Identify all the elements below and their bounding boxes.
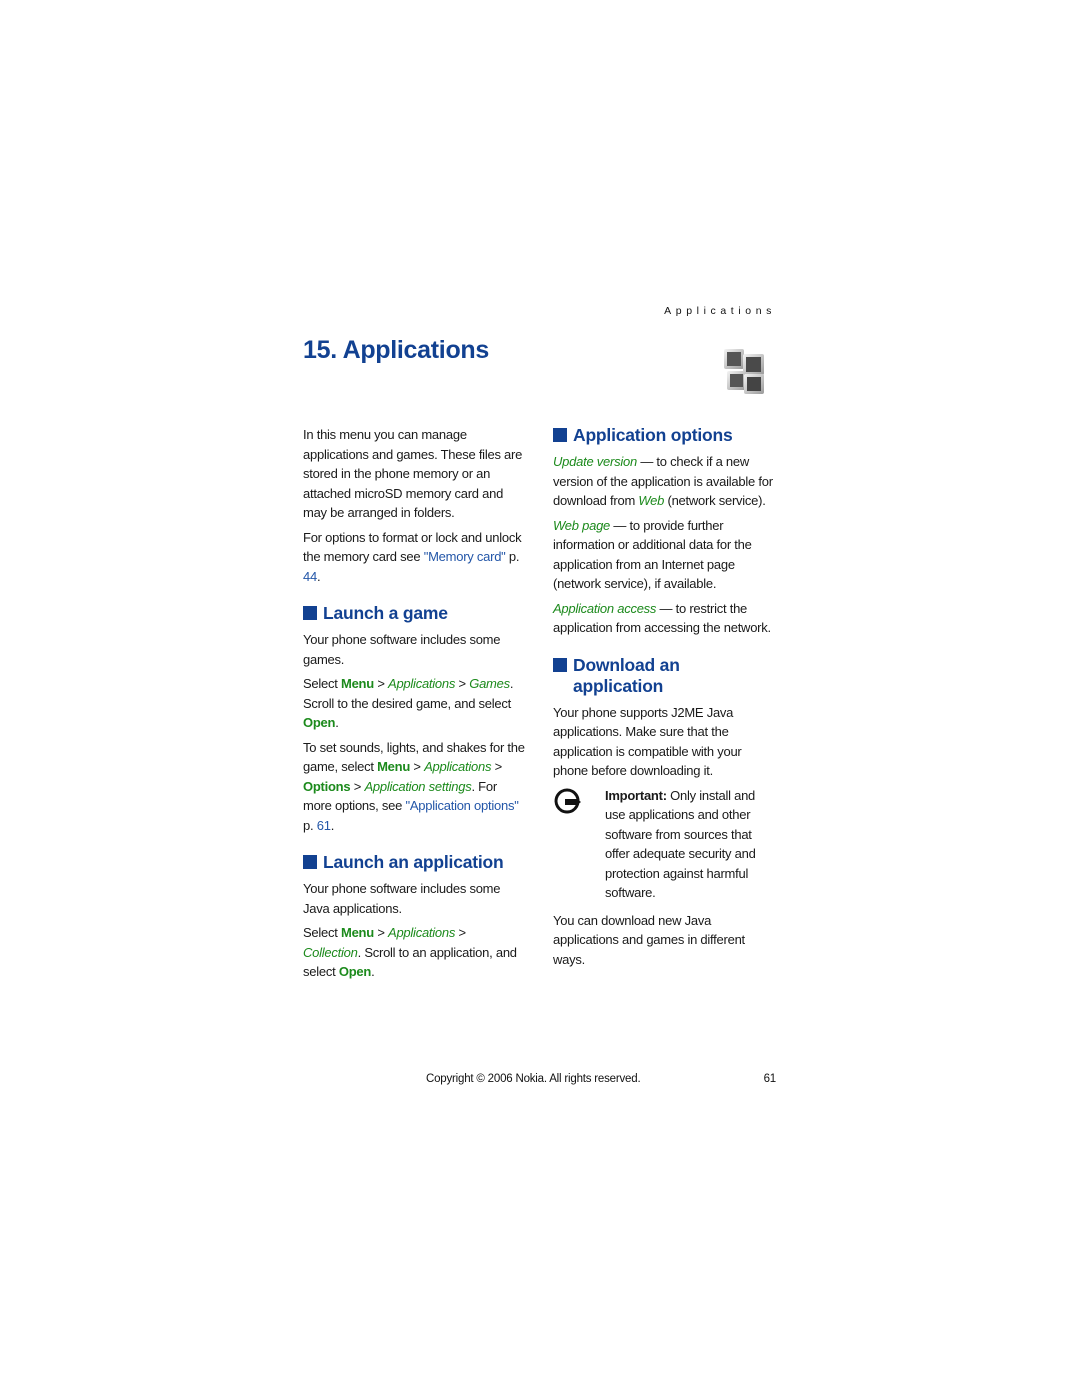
page-number: 61 [763,1073,777,1085]
menu-term: Menu [341,925,374,940]
section-bullet-icon [303,606,317,620]
application-access-term: Application access [553,600,657,616]
application-settings-term: Application settings [364,778,472,794]
open-term: Open [303,715,336,730]
memory-card-page-link[interactable]: 44 [303,569,317,584]
chapter-title: 15. Applications [303,336,489,364]
section-bullet-icon [553,657,567,672]
web-page-term: Web page [553,517,611,533]
manual-page: Applications 15. Applications In this me… [0,0,1080,1397]
menu-term: Menu [341,676,374,691]
left-column: In this menu you can manage applications… [303,425,525,987]
important-note: Important: Only install and use applicat… [553,786,775,903]
open-term: Open [338,964,372,979]
application-options-page-link[interactable]: 61 [317,818,331,833]
download-intro: Your phone supports J2ME Java applicatio… [553,704,742,779]
launch-app-intro: Your phone software includes some Java a… [303,881,501,916]
launch-app-steps: Select Menu > Applications > Collection.… [303,925,517,979]
applications-term: Applications [424,759,492,774]
intro-paragraph: In this menu you can manage applications… [303,427,523,520]
update-version-term: Update version [553,454,637,469]
web-term: Web [638,493,665,508]
applications-term: Applications [388,925,456,940]
copyright-notice: Copyright © 2006 Nokia. All rights reser… [426,1073,641,1085]
options-term: Options [303,778,351,794]
memory-card-link[interactable]: "Memory card" [424,549,506,564]
section-bullet-icon [303,855,317,869]
game-settings-paragraph: To set sounds, lights, and shakes for th… [303,739,525,833]
section-heading-application-options: Application options [553,425,775,446]
collection-term: Collection [303,944,358,960]
right-column: Application options Update version — to … [553,425,775,974]
section-bullet-icon [553,428,567,442]
running-head: Applications [664,305,776,317]
important-hand-icon [554,788,581,813]
section-heading-launch-game: Launch a game [303,603,525,624]
section-heading-download-application: Download an application [553,655,775,697]
games-term: Games [469,676,510,691]
launch-game-steps: Select Menu > Applications > Games. Scro… [303,676,514,730]
memory-card-paragraph: For options to format or lock and unlock… [303,529,522,584]
option-application-access: Application access — to restrict the app… [553,600,771,636]
section-heading-launch-application: Launch an application [303,852,525,873]
applications-term: Applications [388,676,456,691]
option-web-page: Web page — to provide further informatio… [553,517,752,592]
option-update-version: Update version — to check if a new versi… [553,454,773,508]
launch-game-intro: Your phone software includes some games. [303,632,501,667]
menu-term: Menu [377,759,411,774]
download-ways: You can download new Java applications a… [553,912,745,967]
applications-cubes-icon [724,349,764,394]
important-text: Important: Only install and use applicat… [605,787,756,901]
application-options-link[interactable]: "Application options" [405,798,518,813]
